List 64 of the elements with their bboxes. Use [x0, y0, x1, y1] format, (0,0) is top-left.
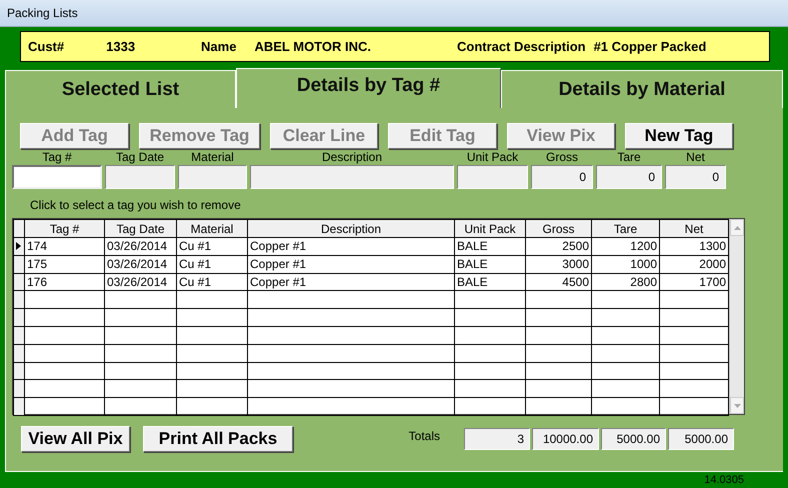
field-label: Tag Date	[116, 150, 164, 165]
input-field[interactable]	[12, 165, 102, 189]
table-cell: 1200	[592, 238, 660, 256]
table-cell: 03/26/2014	[104, 255, 176, 274]
table-cell: Copper #1	[248, 273, 454, 291]
action-button[interactable]: View All Pix	[21, 426, 130, 452]
table-cell: 3000	[526, 255, 592, 274]
contract-label: Contract Description	[457, 39, 586, 54]
table-cell: 176	[24, 273, 104, 291]
totals-label: Totals	[408, 429, 440, 443]
scrollbar[interactable]	[729, 219, 744, 414]
table-cell: Copper #1	[248, 255, 454, 274]
table-cell: Cu #1	[176, 255, 248, 274]
table-cell: BALE	[454, 255, 526, 274]
toolbar-button[interactable]: New Tag	[625, 123, 733, 149]
window-title: Packing Lists	[7, 6, 78, 20]
customer-name: ABEL MOTOR INC.	[254, 39, 371, 54]
tab[interactable]: Details by Tag #	[236, 68, 501, 108]
table-cell: 4500	[526, 273, 592, 291]
column-header: Tare	[592, 220, 660, 238]
column-header: Material	[176, 220, 248, 238]
table-cell: 03/26/2014	[104, 238, 176, 256]
column-header: Net	[660, 220, 728, 238]
table-cell: Cu #1	[176, 238, 248, 256]
column-header: Unit Pack	[454, 220, 526, 238]
table-cell: 1000	[592, 255, 660, 274]
field-label: Tag #	[42, 150, 72, 165]
contract-description: #1 Copper Packed	[594, 39, 706, 54]
column-header: Description	[248, 220, 454, 238]
table-cell: 1700	[660, 273, 728, 291]
column-header: Gross	[526, 220, 592, 238]
name-label: Name	[201, 39, 236, 54]
field-label: Description	[322, 150, 382, 165]
tab[interactable]: Selected List	[5, 70, 236, 108]
table-cell: Copper #1	[248, 238, 454, 256]
column-header: Tag #	[24, 220, 104, 238]
customer-number: 1333	[106, 39, 136, 54]
table-cell: BALE	[454, 238, 526, 256]
field-label: Gross	[546, 150, 578, 165]
scroll-up-icon[interactable]	[734, 226, 740, 230]
table-cell: Cu #1	[176, 273, 248, 291]
total-field: 5000.00	[668, 428, 734, 450]
field-label: Tare	[617, 150, 641, 165]
table-cell: 174	[24, 238, 104, 256]
table-cell: BALE	[454, 273, 526, 291]
table-cell: 2800	[592, 273, 660, 291]
total-field: 5000.00	[601, 428, 666, 450]
tab[interactable]: Details by Material	[501, 70, 783, 108]
total-field: 3	[464, 428, 530, 450]
action-button[interactable]: Print All Packs	[143, 426, 293, 452]
field-label: Unit Pack	[466, 150, 518, 165]
column-header: Tag Date	[104, 220, 176, 238]
field-label: Net	[686, 150, 705, 165]
table-cell: 2000	[660, 255, 728, 274]
table-cell: 03/26/2014	[104, 273, 176, 291]
customer-number-label: Cust#	[28, 39, 64, 54]
field-label: Material	[191, 150, 234, 165]
instruction-text: Click to select a tag you wish to remove	[30, 198, 242, 212]
scroll-down-icon[interactable]	[734, 404, 740, 408]
version-label: 14.0305	[704, 474, 744, 486]
table-cell: 175	[24, 255, 104, 274]
total-field: 10000.00	[532, 428, 599, 450]
table-cell: 2500	[526, 238, 592, 256]
table-cell: 1300	[660, 238, 728, 256]
